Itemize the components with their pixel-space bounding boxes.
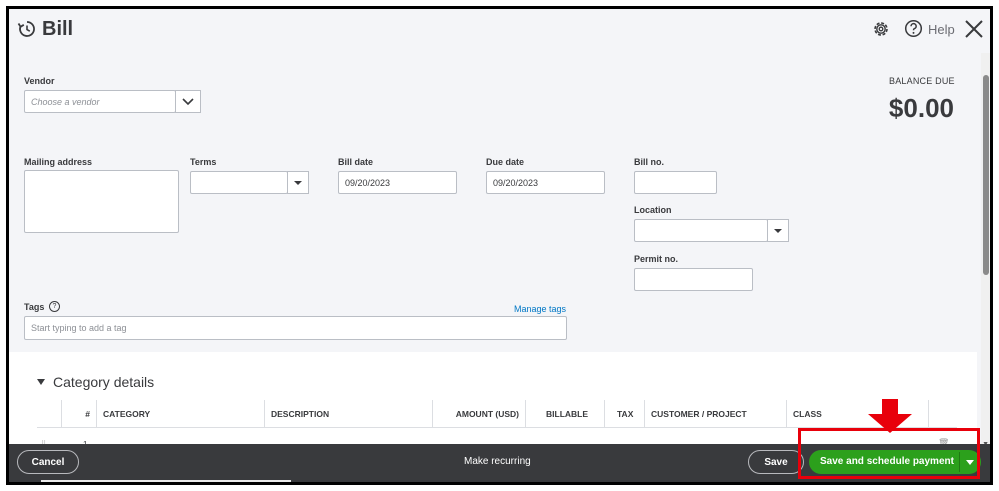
location-select[interactable] xyxy=(634,219,768,242)
column-header-description: DESCRIPTION xyxy=(264,400,432,428)
column-header-number: # xyxy=(61,400,96,428)
page-scrollbar[interactable]: ▼ xyxy=(981,53,990,449)
due-date-input[interactable]: 09/20/2023 xyxy=(486,171,605,194)
bill-date-input[interactable]: 09/20/2023 xyxy=(338,171,457,194)
scrollbar-thumb[interactable] xyxy=(983,75,989,275)
page-title: Bill xyxy=(42,18,74,40)
bill-window: Bill Help Vendor Choose a vendor BALANCE… xyxy=(6,6,993,485)
info-icon[interactable]: ? xyxy=(49,301,60,312)
make-recurring-link[interactable]: Make recurring xyxy=(464,456,531,467)
bill-header: Bill Help xyxy=(9,9,990,53)
caret-down-icon xyxy=(774,228,782,233)
balance-due-label: BALANCE DUE xyxy=(889,76,955,86)
terms-select[interactable] xyxy=(190,171,288,194)
help-link[interactable]: Help xyxy=(928,22,955,37)
permit-no-input[interactable] xyxy=(634,268,753,291)
column-header-tax: TAX xyxy=(604,400,644,428)
mailing-address-field[interactable] xyxy=(24,170,179,233)
help-circle-icon[interactable] xyxy=(904,19,923,38)
save-button[interactable]: Save xyxy=(748,450,804,474)
bill-no-input[interactable] xyxy=(634,171,717,194)
close-icon[interactable] xyxy=(964,19,984,39)
vendor-dropdown-button[interactable] xyxy=(175,90,201,113)
terms-label: Terms xyxy=(190,157,217,167)
balance-due-amount: $0.00 xyxy=(888,93,954,123)
chevron-down-icon xyxy=(182,97,194,105)
caret-down-icon xyxy=(294,180,302,185)
bottom-strip xyxy=(41,480,291,482)
bill-history-icon[interactable] xyxy=(17,19,37,39)
terms-dropdown-button[interactable] xyxy=(287,171,309,194)
vendor-label: Vendor xyxy=(24,76,55,86)
bill-date-label: Bill date xyxy=(338,157,374,167)
column-header-amount: AMOUNT (USD) xyxy=(432,400,525,428)
location-dropdown-button[interactable] xyxy=(767,219,789,242)
due-date-label: Due date xyxy=(486,157,525,167)
bill-no-label: Bill no. xyxy=(634,157,664,167)
column-header-customer-project: CUSTOMER / PROJECT xyxy=(644,400,786,428)
vendor-select[interactable]: Choose a vendor xyxy=(24,90,176,113)
annotation-arrow-down-icon xyxy=(868,399,912,433)
column-header-actions xyxy=(928,400,957,428)
mailing-address-label: Mailing address xyxy=(24,157,93,167)
cancel-button[interactable]: Cancel xyxy=(17,450,79,474)
column-header-category: CATEGORY xyxy=(96,400,264,428)
manage-tags-link[interactable]: Manage tags xyxy=(514,304,566,314)
category-table-header: # CATEGORY DESCRIPTION AMOUNT (USD) BILL… xyxy=(37,400,957,428)
category-details-title[interactable]: Category details xyxy=(53,374,154,390)
gear-icon[interactable] xyxy=(871,19,891,39)
tags-input[interactable]: Start typing to add a tag xyxy=(24,316,567,340)
tags-label: Tags xyxy=(24,302,45,312)
column-header-billable: BILLABLE xyxy=(525,400,604,428)
permit-no-label: Permit no. xyxy=(634,254,679,264)
annotation-highlight-box xyxy=(798,428,980,479)
collapse-triangle-icon[interactable] xyxy=(37,379,45,385)
location-label: Location xyxy=(634,205,672,215)
